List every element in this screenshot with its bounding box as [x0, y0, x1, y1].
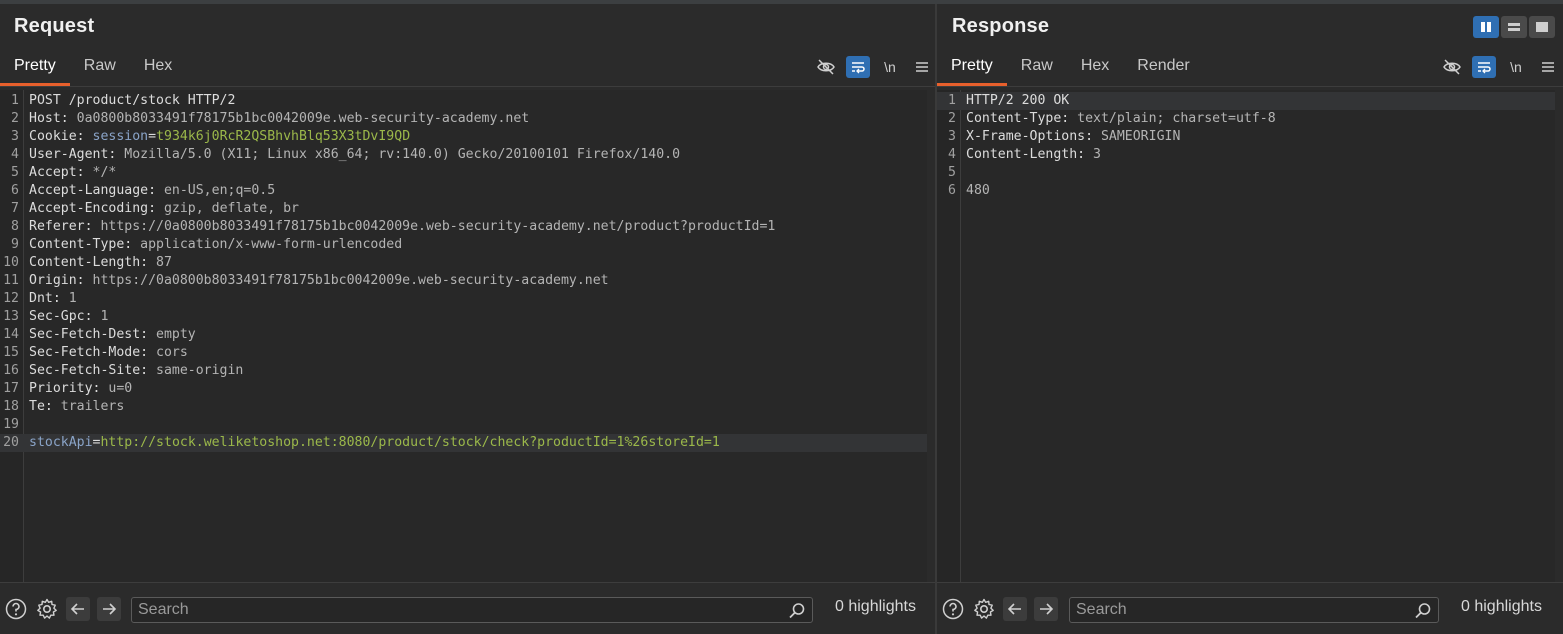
- layout-stacked-icon[interactable]: [1501, 16, 1527, 38]
- param-name: stockApi: [29, 435, 93, 450]
- request-tab-pretty[interactable]: Pretty: [0, 52, 70, 86]
- request-search-field[interactable]: [131, 597, 813, 623]
- eye-slash-icon[interactable]: [1440, 56, 1464, 78]
- request-highlights-count: 0 highlights: [835, 598, 916, 615]
- request-tabs: Pretty Raw Hex: [0, 52, 186, 86]
- arrow-right-icon[interactable]: [97, 597, 121, 621]
- response-search-field[interactable]: [1069, 597, 1439, 623]
- request-tab-hex[interactable]: Hex: [130, 52, 186, 86]
- code-line: 1 POST /product/stock HTTP/2: [11, 93, 236, 108]
- code-line: 8 Referer: https://0a0800b8033491f78175b1…: [11, 219, 776, 234]
- response-tab-hex[interactable]: Hex: [1067, 52, 1123, 86]
- code-line: 6 Accept-Language: en-US,en;q=0.5: [11, 183, 276, 198]
- layout-toggle-group: [1473, 16, 1555, 38]
- request-lines: 1 POST /product/stock HTTP/2 2 Host: 0a080…: [0, 92, 927, 452]
- hamburger-menu-icon[interactable]: [1536, 56, 1560, 78]
- request-editor-toolbar: \n: [814, 56, 934, 78]
- eye-slash-icon[interactable]: [814, 56, 838, 78]
- response-pane: Response Pretty Raw Hex Render \n 1 HTTP…: [937, 4, 1563, 634]
- code-line: 3 X-Frame-Options: SAMEORIGIN: [948, 129, 1181, 144]
- response-tab-render[interactable]: Render: [1123, 52, 1203, 86]
- request-title: Request: [14, 15, 95, 37]
- search-icon: [788, 602, 806, 625]
- param-value: http://stock.weliketoshop.net:8080/produ…: [100, 435, 720, 450]
- code-line: 5: [948, 165, 956, 180]
- request-tab-raw[interactable]: Raw: [70, 52, 130, 86]
- newline-icon[interactable]: \n: [878, 56, 902, 78]
- code-line: 5 Accept: */*: [11, 165, 117, 180]
- response-title: Response: [952, 15, 1050, 37]
- code-line: 16 Sec-Fetch-Site: same-origin: [3, 363, 244, 378]
- code-line: 19: [3, 417, 19, 432]
- response-highlights-count: 0 highlights: [1461, 598, 1542, 615]
- search-icon: [1414, 602, 1432, 625]
- code-line: 15 Sec-Fetch-Mode: cors: [3, 345, 188, 360]
- code-line: 2 Host: 0a0800b8033491f78175b1bc0042009e.…: [11, 111, 530, 126]
- newline-icon[interactable]: \n: [1504, 56, 1528, 78]
- response-tabs: Pretty Raw Hex Render: [937, 52, 1204, 86]
- layout-split-icon[interactable]: [1473, 16, 1499, 38]
- layout-single-icon[interactable]: [1529, 16, 1555, 38]
- tabs-divider: [937, 86, 1563, 87]
- response-editor[interactable]: 1 HTTP/2 200 OK 2 Content-Type: text/plain…: [937, 90, 1555, 582]
- code-line: 6 480: [948, 183, 990, 198]
- response-search-bar: 0 highlights: [937, 582, 1563, 634]
- code-line: 4 Content-Length: 3: [948, 147, 1101, 162]
- hamburger-menu-icon[interactable]: [910, 56, 934, 78]
- code-line-current: 1 HTTP/2 200 OK: [937, 92, 1555, 110]
- arrow-right-icon[interactable]: [1034, 597, 1058, 621]
- code-line: 11 Origin: https://0a0800b8033491f78175b1…: [3, 273, 609, 288]
- code-line: 2 Content-Type: text/plain; charset=utf-8: [948, 111, 1276, 126]
- code-line: 12 Dnt: 1: [3, 291, 77, 306]
- wrap-lines-icon[interactable]: [1472, 56, 1496, 78]
- response-lines: 1 HTTP/2 200 OK 2 Content-Type: text/plain…: [937, 92, 1555, 200]
- code-line: 17 Priority: u=0: [3, 381, 133, 396]
- request-search-input[interactable]: [132, 598, 812, 622]
- response-editor-toolbar: \n: [1440, 56, 1560, 78]
- gear-icon[interactable]: [972, 597, 996, 621]
- code-line: 7 Accept-Encoding: gzip, deflate, br: [11, 201, 299, 216]
- code-line: 4 User-Agent: Mozilla/5.0 (X11; Linux x86…: [11, 147, 681, 162]
- tabs-divider: [0, 86, 935, 87]
- response-tab-pretty[interactable]: Pretty: [937, 52, 1007, 86]
- gear-icon[interactable]: [35, 597, 59, 621]
- response-tab-raw[interactable]: Raw: [1007, 52, 1067, 86]
- code-line-current: 20 stockApi=http://stock.weliketoshop.net…: [0, 434, 927, 452]
- help-icon[interactable]: [4, 597, 28, 621]
- help-icon[interactable]: [941, 597, 965, 621]
- code-line: 9 Content-Type: application/x-www-form-ur…: [11, 237, 403, 252]
- cookie-name: session: [92, 129, 149, 144]
- cookie-value: t934k6j0RcR2QSBhvhBlq53X3tDvI9QD: [156, 129, 411, 144]
- code-line: 13 Sec-Gpc: 1: [3, 309, 109, 324]
- arrow-left-icon[interactable]: [66, 597, 90, 621]
- request-editor[interactable]: 1 POST /product/stock HTTP/2 2 Host: 0a080…: [0, 90, 927, 582]
- code-line: 14 Sec-Fetch-Dest: empty: [3, 327, 196, 342]
- request-search-bar: 0 highlights: [0, 582, 935, 634]
- code-line: 18 Te: trailers: [3, 399, 125, 414]
- code-line: 3 Cookie: session=t934k6j0RcR2QSBhvhBlq53…: [11, 129, 411, 144]
- code-line: 10 Content-Length: 87: [3, 255, 172, 270]
- response-search-input[interactable]: [1070, 598, 1438, 622]
- arrow-left-icon[interactable]: [1003, 597, 1027, 621]
- wrap-lines-icon[interactable]: [846, 56, 870, 78]
- request-pane: Request Pretty Raw Hex \n 1 POST /product…: [0, 4, 935, 634]
